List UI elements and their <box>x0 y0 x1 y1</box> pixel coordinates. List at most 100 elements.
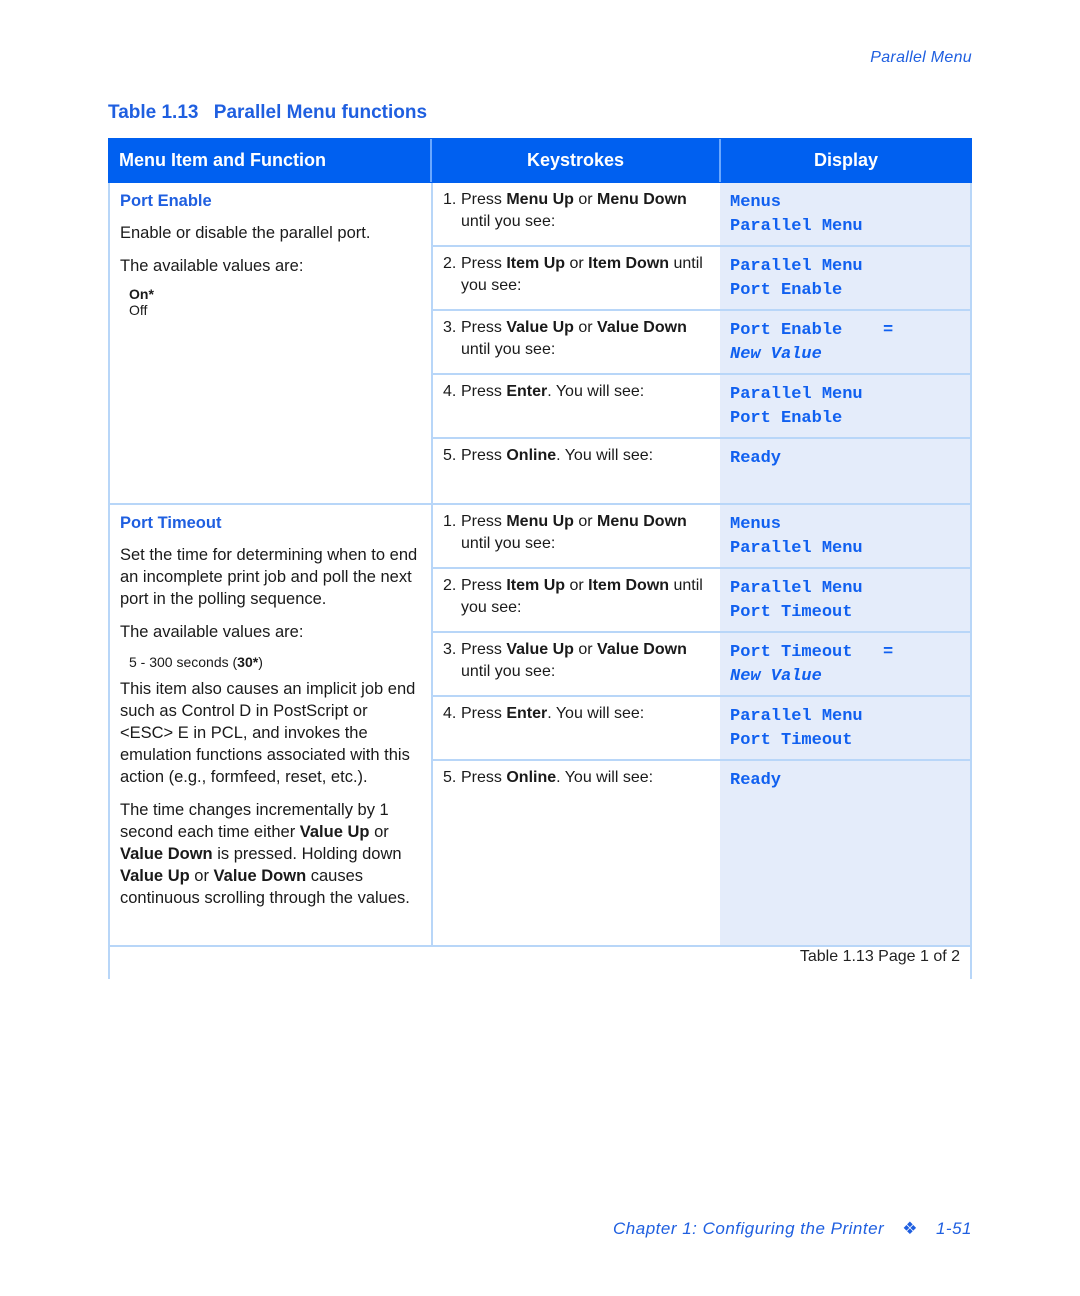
step-number: 3. <box>443 641 457 658</box>
step-number: 1. <box>443 513 457 530</box>
key-name: Online <box>506 447 557 464</box>
section-port-enable: Port Enable Enable or disable the parall… <box>108 183 972 505</box>
display-line-1: Ready <box>730 771 782 790</box>
step-row: 1. Press Menu Up or Menu Down until you s… <box>433 183 970 247</box>
step-row: 3. Press Value Up or Value Down until you… <box>433 633 970 697</box>
chapter-title: Chapter 1: Configuring the Printer <box>613 1219 885 1238</box>
table-header: Menu Item and Function Keystrokes Displa… <box>108 138 972 183</box>
display-line-1: Menus <box>730 193 782 212</box>
display-line-2: Port Timeout <box>730 603 853 622</box>
page-footer: Chapter 1: Configuring the Printer ❖ 1-51 <box>613 1219 972 1239</box>
values-intro: The available values are: <box>120 257 304 275</box>
step-number: 2. <box>443 255 457 272</box>
display-line-1: Parallel Menu <box>730 257 863 276</box>
step-number: 5. <box>443 769 457 786</box>
header-keystrokes: Keystrokes <box>432 139 721 182</box>
table-title: Parallel Menu functions <box>213 102 428 123</box>
description-text: This item also causes an implicit job en… <box>120 680 416 786</box>
menu-item-title: Port Timeout <box>120 514 222 532</box>
display-line-2: New Value <box>730 345 822 364</box>
key-name: Item Down <box>588 255 670 272</box>
keystroke-instruction: 3. Press Value Up or Value Down until you… <box>433 311 720 373</box>
menu-item-description: Port Enable Enable or disable the parall… <box>110 183 433 503</box>
key-name: Enter <box>506 383 548 400</box>
lcd-display: Port Enable = New Value <box>720 311 970 373</box>
key-name: Online <box>506 769 557 786</box>
keystroke-instruction: 5. Press Online. You will see: <box>433 761 720 945</box>
step-number: 4. <box>443 705 457 722</box>
values-range: 5 - 300 seconds (30*) <box>129 654 263 670</box>
description-text: The time changes incrementally by 1 seco… <box>120 801 410 907</box>
keystroke-instruction: 2. Press Item Up or Item Down until you s… <box>433 569 720 631</box>
keystroke-instruction: 4. Press Enter. You will see: <box>433 375 720 437</box>
key-name: Value Up <box>506 641 574 658</box>
display-line-2: Port Enable <box>730 409 843 428</box>
display-line-1: Parallel Menu <box>730 385 863 404</box>
table-footer-row: Table 1.13 Page 1 of 2 <box>108 941 972 979</box>
ornament-icon: ❖ <box>902 1219 918 1238</box>
keystroke-instruction: 2. Press Item Up or Item Down until you s… <box>433 247 720 309</box>
step-row: 3. Press Value Up or Value Down until you… <box>433 311 970 375</box>
keystroke-instruction: 1. Press Menu Up or Menu Down until you s… <box>433 505 720 567</box>
header-menu-item: Menu Item and Function <box>109 139 432 182</box>
values-intro: The available values are: <box>120 623 304 641</box>
step-row: 5. Press Online. You will see: Ready <box>433 439 970 503</box>
table-caption: Table 1.13 Parallel Menu functions <box>108 102 427 124</box>
lcd-display: Parallel Menu Port Enable <box>720 247 970 309</box>
value-option-default: On* <box>129 286 154 302</box>
header-display: Display <box>813 150 879 170</box>
display-line-2: New Value <box>730 667 822 686</box>
keystroke-instruction: 1. Press Menu Up or Menu Down until you s… <box>433 183 720 245</box>
display-line-2: Parallel Menu <box>730 217 863 236</box>
keystroke-instruction: 3. Press Value Up or Value Down until you… <box>433 633 720 695</box>
values-list: On* Off <box>129 286 421 318</box>
lcd-display: Parallel Menu Port Timeout <box>720 569 970 631</box>
running-head: Parallel Menu <box>870 49 972 66</box>
lcd-display: Port Timeout = New Value <box>720 633 970 695</box>
key-name: Item Up <box>506 255 566 272</box>
step-number: 2. <box>443 577 457 594</box>
section-port-timeout: Port Timeout Set the time for determinin… <box>108 505 972 947</box>
value-option: Off <box>129 302 148 318</box>
lcd-display: Ready <box>720 439 970 503</box>
key-name: Menu Down <box>597 513 687 530</box>
table-number: Table 1.13 <box>108 102 199 123</box>
lcd-display: Parallel Menu Port Enable <box>720 375 970 437</box>
key-name: Value Down <box>597 319 687 336</box>
display-line-1: Ready <box>730 449 782 468</box>
keystroke-instruction: 5. Press Online. You will see: <box>433 439 720 503</box>
display-line-1: Port Enable = <box>730 321 894 340</box>
key-name: Menu Up <box>506 191 574 208</box>
step-row: 1. Press Menu Up or Menu Down until you s… <box>433 505 970 569</box>
default-value: 30* <box>237 654 259 670</box>
lcd-display: Menus Parallel Menu <box>720 505 970 567</box>
menu-item-description: Port Timeout Set the time for determinin… <box>110 505 433 945</box>
key-name: Enter <box>506 705 548 722</box>
step-row: 4. Press Enter. You will see: Parallel Men… <box>433 697 970 761</box>
page-number: 1-51 <box>935 1219 972 1238</box>
description-text: Enable or disable the parallel port. <box>120 224 371 242</box>
display-line-1: Parallel Menu <box>730 579 863 598</box>
lcd-display: Ready <box>720 761 970 945</box>
key-name: Value Down <box>597 641 687 658</box>
step-row: 4. Press Enter. You will see: Parallel Men… <box>433 375 970 439</box>
display-line-1: Port Timeout = <box>730 643 894 662</box>
display-line-2: Port Enable <box>730 281 843 300</box>
display-line-1: Parallel Menu <box>730 707 863 726</box>
step-row: 5. Press Online. You will see: Ready <box>433 761 970 945</box>
keystroke-instruction: 4. Press Enter. You will see: <box>433 697 720 759</box>
lcd-display: Parallel Menu Port Timeout <box>720 697 970 759</box>
step-row: 2. Press Item Up or Item Down until you s… <box>433 569 970 633</box>
step-number: 4. <box>443 383 457 400</box>
key-name: Item Up <box>506 577 566 594</box>
lcd-display: Menus Parallel Menu <box>720 183 970 245</box>
key-name: Item Down <box>588 577 670 594</box>
parallel-menu-table: Menu Item and Function Keystrokes Displa… <box>108 138 972 947</box>
step-number: 5. <box>443 447 457 464</box>
steps: 1. Press Menu Up or Menu Down until you s… <box>433 183 970 503</box>
step-number: 1. <box>443 191 457 208</box>
description-text: Set the time for determining when to end… <box>120 546 418 608</box>
step-number: 3. <box>443 319 457 336</box>
step-row: 2. Press Item Up or Item Down until you s… <box>433 247 970 311</box>
key-name: Menu Down <box>597 191 687 208</box>
